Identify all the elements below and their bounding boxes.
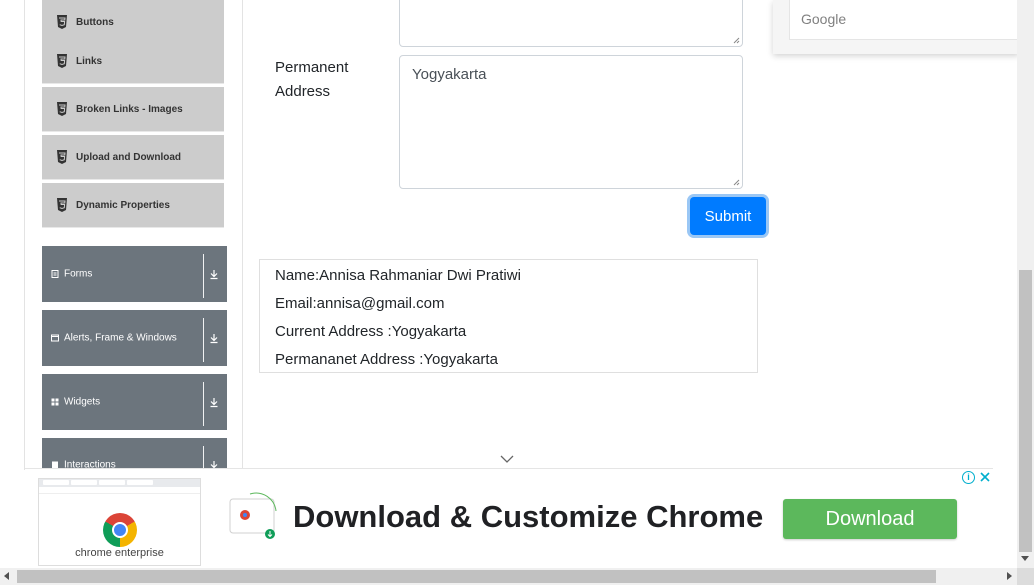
group-label: Forms — [64, 268, 93, 280]
horizontal-scroll-thumb[interactable] — [17, 570, 936, 583]
divider — [203, 382, 204, 426]
sidebar-item-dynamic-properties[interactable]: Dynamic Properties — [42, 183, 224, 228]
window-icon — [51, 334, 59, 342]
html5-icon — [56, 102, 68, 116]
divider — [203, 254, 204, 298]
resize-grip-icon — [733, 37, 740, 44]
divider — [203, 446, 204, 468]
ad-image-caption: chrome enterprise — [75, 547, 164, 559]
html5-icon — [56, 150, 68, 164]
browser-urlbar — [39, 487, 200, 494]
ad-headline: Download & Customize Chrome — [293, 499, 764, 534]
sidebar-item-label: Upload and Download — [76, 151, 181, 163]
html5-icon — [56, 198, 68, 212]
google-text: Google — [801, 11, 847, 27]
html5-icon — [56, 54, 68, 68]
html5-icon — [56, 15, 68, 29]
vertical-scroll-thumb[interactable] — [1019, 270, 1032, 552]
output-panel: Name:Annisa Rahmaniar Dwi Pratiwi Email:… — [259, 259, 758, 373]
google-box: Google — [789, 0, 1019, 40]
output-name: Name:Annisa Rahmaniar Dwi Pratiwi — [275, 267, 521, 284]
sidebar-item-label: Dynamic Properties — [76, 199, 170, 211]
grid-icon — [51, 398, 59, 406]
scroll-down-arrow-icon[interactable] — [1021, 556, 1029, 561]
scroll-right-arrow-icon[interactable] — [1007, 572, 1012, 580]
sidebar-group-alerts-frame-windows[interactable]: Alerts, Frame & Windows — [42, 310, 227, 366]
scroll-left-arrow-icon[interactable] — [4, 572, 9, 580]
sidebar-right-border — [242, 0, 243, 470]
scroll-corner — [1017, 568, 1034, 585]
current-address-textarea[interactable] — [399, 0, 743, 47]
ad-info-icon[interactable]: i — [962, 471, 975, 484]
output-permanent-address: Permananet Address :Yogyakarta — [275, 351, 498, 368]
sidebar-group-widgets[interactable]: Widgets — [42, 374, 227, 430]
sidebar-item-label: Broken Links - Images — [76, 103, 183, 115]
ad-banner[interactable]: chrome enterprise Download & Customize C… — [25, 468, 993, 569]
close-icon[interactable] — [978, 470, 992, 484]
divider — [203, 318, 204, 362]
sidebar-item-broken-links[interactable]: Broken Links - Images — [42, 87, 224, 132]
permanent-address-value: Yogyakarta — [412, 66, 487, 83]
sidebar-item-upload-download[interactable]: Upload and Download — [42, 135, 224, 180]
vertical-scrollbar[interactable] — [1017, 0, 1034, 568]
output-email: Email:annisa@gmail.com — [275, 295, 445, 312]
group-label: Interactions — [64, 459, 116, 469]
sidebar-item-links[interactable]: Links — [42, 39, 224, 84]
sidebar-item-label: Links — [76, 55, 103, 67]
chevron-down-icon[interactable] — [500, 454, 514, 464]
sidebar-group-forms[interactable]: Forms — [42, 246, 227, 302]
permanent-address-label: Permanent Address — [275, 59, 349, 100]
document-icon — [51, 270, 59, 278]
horizontal-scrollbar[interactable] — [0, 568, 1017, 585]
sidebar-item-label: Buttons — [76, 16, 114, 28]
google-ad-card[interactable]: Google — [773, 0, 1019, 54]
download-arrow-icon — [210, 334, 218, 344]
chrome-enterprise-image: chrome enterprise — [38, 478, 201, 566]
download-arrow-icon — [210, 461, 218, 468]
download-arrow-icon — [210, 398, 218, 408]
group-label: Alerts, Frame & Windows — [64, 332, 177, 344]
sidebar-left-border — [24, 0, 25, 470]
chrome-logo-icon — [103, 513, 137, 547]
document-icon — [52, 461, 58, 468]
output-current-address: Current Address :Yogyakarta — [275, 323, 467, 340]
ad-download-button[interactable]: Download — [783, 499, 957, 539]
download-arrow-icon — [210, 270, 218, 280]
browser-tabs — [43, 480, 153, 485]
permanent-address-textarea[interactable]: Yogyakarta — [399, 55, 743, 189]
sidebar-group-interactions[interactable]: Interactions — [42, 438, 227, 468]
group-label: Widgets — [64, 396, 101, 408]
chrome-download-icon — [228, 491, 278, 541]
resize-grip-icon — [733, 179, 740, 186]
submit-button[interactable]: Submit — [690, 197, 766, 235]
